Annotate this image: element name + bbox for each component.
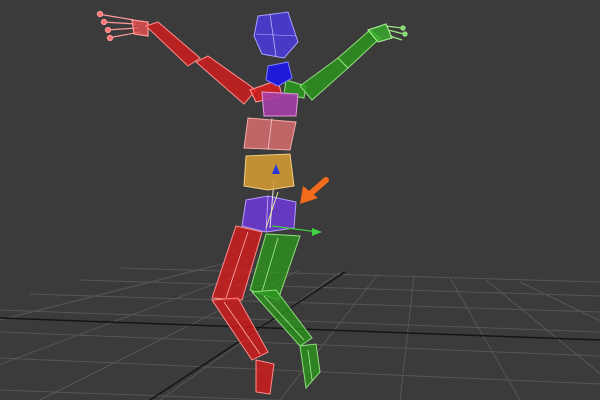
upper-arm-l[interactable] <box>299 57 349 101</box>
pelvis[interactable] <box>241 195 297 233</box>
forearm-r[interactable] <box>145 21 201 67</box>
foot-l[interactable] <box>299 343 321 390</box>
3d-viewport[interactable] <box>0 0 600 400</box>
viewport-canvas[interactable] <box>0 0 600 400</box>
annotation-arrow <box>300 177 329 204</box>
spine-mid[interactable] <box>243 117 297 151</box>
head[interactable] <box>253 11 299 59</box>
spine-upper[interactable] <box>261 91 299 117</box>
spine-low[interactable] <box>243 153 295 191</box>
foot-r[interactable] <box>255 359 275 395</box>
upper-arm-r[interactable] <box>195 55 257 105</box>
hand-r[interactable] <box>96 10 149 42</box>
